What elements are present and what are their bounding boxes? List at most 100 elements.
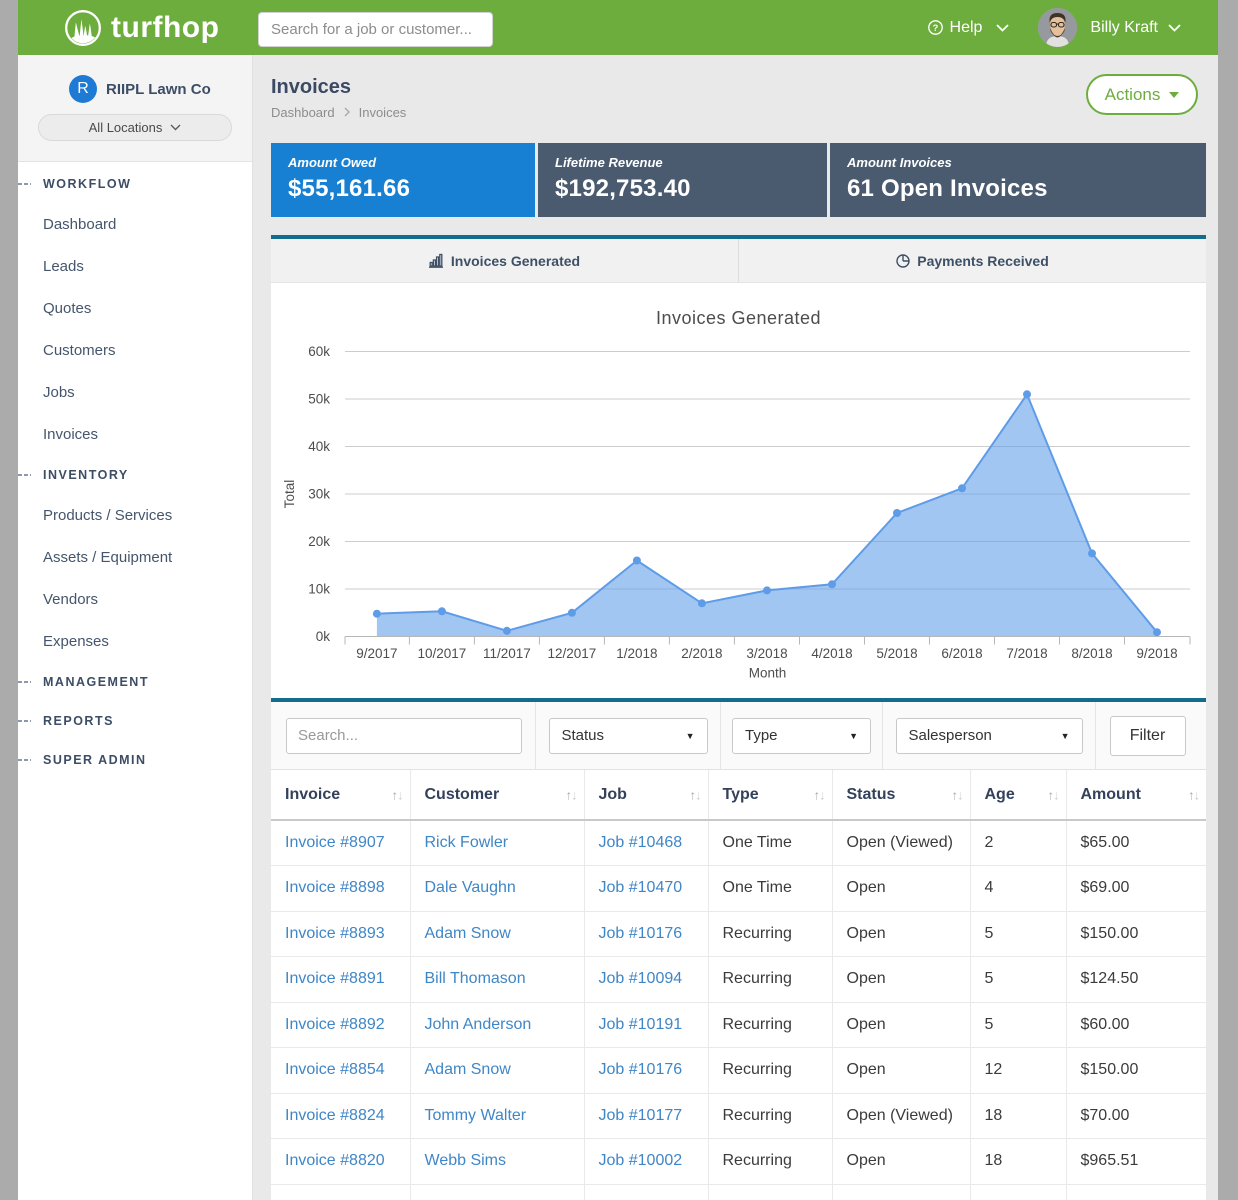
column-header-invoice[interactable]: Invoice↑↓: [271, 770, 410, 820]
sort-icon[interactable]: ↑↓: [392, 787, 403, 802]
user-avatar: [1038, 8, 1077, 47]
cell-invoice[interactable]: Invoice #8820: [271, 1139, 410, 1185]
breadcrumb-dashboard[interactable]: Dashboard: [271, 105, 335, 120]
column-header-age[interactable]: Age↑↓: [970, 770, 1066, 820]
sidebar-item-vendors[interactable]: Vendors: [18, 578, 252, 620]
cell-age: 5: [970, 1002, 1066, 1048]
section-dash-icon: [18, 720, 31, 722]
actions-button[interactable]: Actions: [1086, 74, 1198, 115]
column-header-customer[interactable]: Customer↑↓: [410, 770, 584, 820]
stat-box-amount-invoices: Amount Invoices61 Open Invoices: [830, 143, 1206, 217]
sort-icon[interactable]: ↑↓: [690, 787, 701, 802]
sidebar-item-customers[interactable]: Customers: [18, 329, 252, 371]
sort-icon[interactable]: ↑↓: [952, 787, 963, 802]
cell-type: Recurring: [708, 1093, 832, 1139]
org-row[interactable]: R RIIPL Lawn Co: [69, 75, 211, 103]
chevron-down-icon: [996, 24, 1009, 32]
filter-button[interactable]: Filter: [1110, 716, 1186, 756]
column-header-type[interactable]: Type↑↓: [708, 770, 832, 820]
data-point: [1088, 549, 1096, 557]
filter-cell-status: Status▼: [535, 702, 720, 769]
help-menu[interactable]: ? Help: [928, 19, 1010, 37]
table-row: Invoice #8892John AndersonJob #10191Recu…: [271, 1002, 1206, 1048]
cell-invoice[interactable]: Invoice #8892: [271, 1002, 410, 1048]
tab-payments-received[interactable]: Payments Received: [738, 239, 1206, 282]
cell-invoice[interactable]: Invoice #8898: [271, 866, 410, 912]
cell-customer[interactable]: Webb Sims: [410, 1139, 584, 1185]
sidebar-item-quotes[interactable]: Quotes: [18, 287, 252, 329]
page-title: Invoices: [271, 76, 351, 99]
main-content: Invoices Dashboard Invoices Actions Amou…: [253, 55, 1218, 1200]
cell-invoice[interactable]: Invoice #8824: [271, 1093, 410, 1139]
cell-status: Open: [832, 957, 970, 1003]
cell-customer[interactable]: Bill Thomason: [410, 957, 584, 1003]
cell-empty: [1066, 1184, 1206, 1200]
data-point: [633, 557, 641, 565]
cell-job[interactable]: Job #10191: [584, 1002, 708, 1048]
global-search-input[interactable]: [258, 12, 493, 47]
cell-invoice[interactable]: Invoice #8893: [271, 911, 410, 957]
cell-job[interactable]: Job #10470: [584, 866, 708, 912]
cell-customer[interactable]: Adam Snow: [410, 1048, 584, 1094]
sidebar-section-inventory: INVENTORY: [18, 455, 252, 494]
cell-status: Open: [832, 1002, 970, 1048]
cell-type: Recurring: [708, 1139, 832, 1185]
data-point: [373, 610, 381, 618]
table-search-input[interactable]: [286, 718, 522, 754]
y-tick-label: 60k: [308, 344, 330, 359]
column-header-status[interactable]: Status↑↓: [832, 770, 970, 820]
user-menu[interactable]: Billy Kraft: [1038, 8, 1181, 47]
cell-job[interactable]: Job #10176: [584, 911, 708, 957]
cell-job[interactable]: Job #10094: [584, 957, 708, 1003]
sidebar-item-assets-equipment[interactable]: Assets / Equipment: [18, 536, 252, 578]
cell-type: Recurring: [708, 1048, 832, 1094]
cell-customer[interactable]: Dale Vaughn: [410, 866, 584, 912]
sidebar-item-dashboard[interactable]: Dashboard: [18, 203, 252, 245]
cell-customer[interactable]: John Anderson: [410, 1002, 584, 1048]
brand[interactable]: turfhop: [64, 9, 219, 47]
cell-age: 18: [970, 1093, 1066, 1139]
x-tick-label: 8/2018: [1071, 646, 1112, 661]
cell-customer[interactable]: Adam Snow: [410, 911, 584, 957]
cell-job[interactable]: Job #10468: [584, 820, 708, 866]
sort-icon[interactable]: ↑↓: [1188, 787, 1199, 802]
cell-invoice[interactable]: Invoice #8907: [271, 820, 410, 866]
cell-customer[interactable]: Tommy Walter: [410, 1093, 584, 1139]
cell-job[interactable]: Job #10002: [584, 1139, 708, 1185]
sidebar-item-expenses[interactable]: Expenses: [18, 620, 252, 662]
cell-job[interactable]: Job #10176: [584, 1048, 708, 1094]
cell-job[interactable]: Job #10177: [584, 1093, 708, 1139]
sidebar-item-leads[interactable]: Leads: [18, 245, 252, 287]
chevron-down-icon: [1168, 24, 1181, 32]
nav-label: SUPER ADMIN: [43, 753, 147, 767]
cell-age: 5: [970, 957, 1066, 1003]
chevron-right-icon: [344, 107, 350, 117]
sidebar-item-invoices[interactable]: Invoices: [18, 413, 252, 455]
filter-cell-salesperson: Salesperson▼: [882, 702, 1095, 769]
data-point: [1023, 390, 1031, 398]
sidebar-item-jobs[interactable]: Jobs: [18, 371, 252, 413]
type-select[interactable]: Type▼: [732, 718, 871, 754]
cell-customer[interactable]: Rick Fowler: [410, 820, 584, 866]
sort-icon[interactable]: ↑↓: [1048, 787, 1059, 802]
status-select[interactable]: Status▼: [549, 718, 708, 754]
cell-invoice[interactable]: Invoice #8854: [271, 1048, 410, 1094]
org-avatar: R: [69, 75, 97, 103]
column-header-job[interactable]: Job↑↓: [584, 770, 708, 820]
cell-type: Recurring: [708, 911, 832, 957]
sidebar-item-products-services[interactable]: Products / Services: [18, 494, 252, 536]
nav-label: Expenses: [43, 633, 109, 650]
location-selector[interactable]: All Locations: [38, 114, 232, 141]
table-panel: Status▼ Type▼ Salesperson▼ Filter Invoic…: [271, 698, 1206, 1200]
cell-invoice[interactable]: Invoice #8891: [271, 957, 410, 1003]
tab-invoices-generated[interactable]: Invoices Generated: [271, 239, 738, 282]
sort-icon[interactable]: ↑↓: [566, 787, 577, 802]
y-tick-label: 30k: [308, 487, 330, 502]
x-tick-label: 1/2018: [616, 646, 657, 661]
salesperson-select[interactable]: Salesperson▼: [896, 718, 1083, 754]
sort-icon[interactable]: ↑↓: [814, 787, 825, 802]
sidebar-org-block: R RIIPL Lawn Co All Locations: [18, 55, 252, 162]
column-header-amount[interactable]: Amount↑↓: [1066, 770, 1206, 820]
cell-age: 2: [970, 820, 1066, 866]
user-name: Billy Kraft: [1090, 19, 1158, 37]
